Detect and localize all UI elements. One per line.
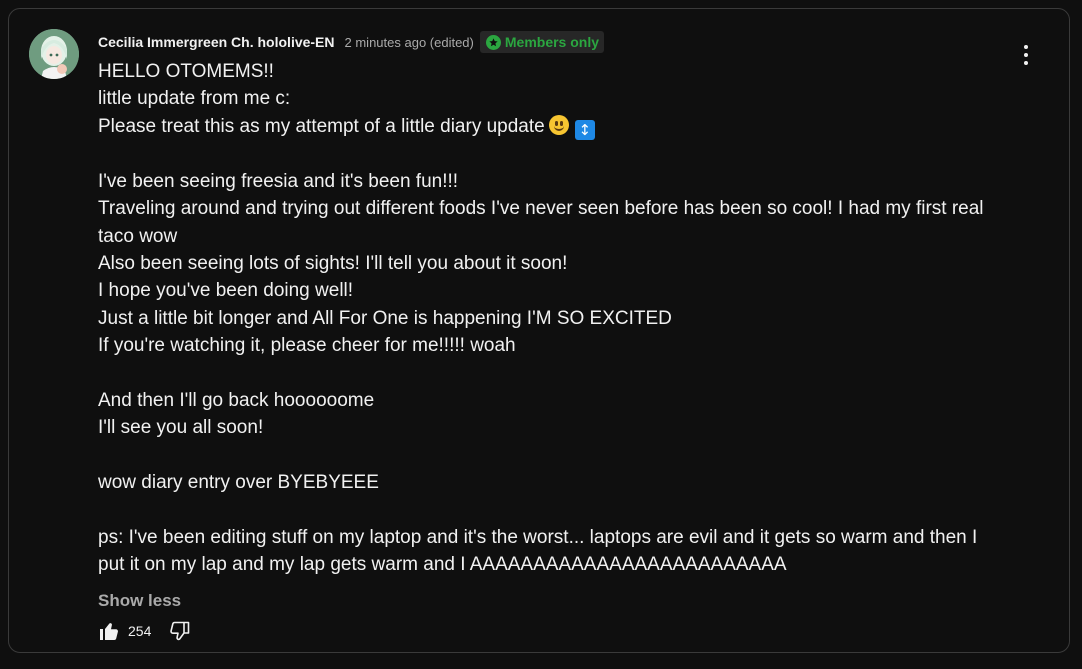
comment-line: Just a little bit longer and All For One…	[98, 307, 672, 329]
members-only-badge: Members only	[479, 31, 605, 53]
comment-line	[98, 497, 1008, 524]
author-name[interactable]: Cecilia Immergreen Ch. hololive-EN	[98, 34, 335, 50]
avatar-image	[29, 29, 79, 79]
more-vertical-icon	[1024, 45, 1028, 49]
dislike-button[interactable]	[167, 618, 193, 644]
comment-line: And then I'll go back hoooooome	[98, 389, 375, 411]
comment-line: Traveling around and trying out differen…	[98, 198, 984, 247]
members-star-icon	[485, 34, 501, 50]
comment-line: wow diary entry over BYEBYEEE	[98, 472, 379, 494]
comment-line: ps: I've been editing stuff on my laptop…	[98, 526, 978, 576]
comment-line: I'll see you all soon!	[98, 417, 264, 439]
comment-line	[98, 442, 1008, 469]
like-count: 254	[128, 623, 152, 639]
comment-header: Cecilia Immergreen Ch. hololive-EN 2 min…	[98, 31, 605, 53]
badge-label: Members only	[504, 34, 600, 50]
up-down-arrow-emoji: ↕	[574, 120, 595, 141]
like-button[interactable]	[96, 618, 122, 644]
comment-line	[98, 140, 1008, 167]
comment-line	[98, 360, 1008, 387]
comment-line: I've been seeing freesia and it's been f…	[98, 170, 459, 192]
comment-line: HELLO OTOMEMS!!	[98, 61, 274, 82]
comment-line: If you're watching it, please cheer for …	[98, 335, 516, 357]
author-avatar[interactable]	[29, 29, 79, 79]
thumbs-down-icon	[170, 621, 190, 641]
thumbs-up-icon	[100, 623, 118, 640]
comment-actions: 254	[96, 619, 193, 643]
show-less-button[interactable]: Show less	[98, 591, 181, 611]
comment-timestamp[interactable]: 2 minutes ago (edited)	[345, 35, 474, 50]
comment-card: Cecilia Immergreen Ch. hololive-EN 2 min…	[8, 8, 1070, 653]
more-actions-button[interactable]	[1014, 43, 1038, 67]
comment-line: Also been seeing lots of sights! I'll te…	[98, 252, 568, 274]
comment-body: HELLO OTOMEMS!! little update from me c:…	[98, 58, 1008, 579]
comment-line: I hope you've been doing well!	[98, 280, 354, 302]
comment-line: Please treat this as my attempt of a lit…	[98, 113, 1008, 141]
comment-line: little update from me c:	[98, 88, 291, 110]
slightly-smiling-face-emoji	[548, 114, 569, 135]
